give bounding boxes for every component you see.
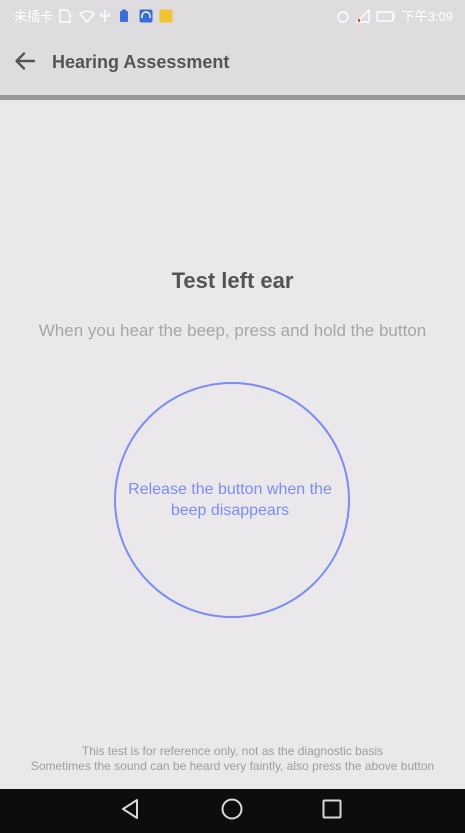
arrow-left-icon	[13, 49, 37, 78]
nav-recents-button[interactable]	[320, 799, 344, 823]
disclaimer-text: This test is for reference only, not as …	[81, 744, 384, 758]
recents-square-icon	[321, 798, 343, 825]
headset-icon	[139, 9, 153, 23]
nav-home-button[interactable]	[220, 798, 244, 825]
navigation-bar	[0, 789, 465, 833]
nav-back-button[interactable]	[118, 798, 142, 825]
status-bar-right: 下午3:09	[336, 6, 453, 25]
sim-icon	[59, 8, 73, 23]
status-bar: 未插卡 下午3:09	[0, 0, 465, 30]
page-title: Hearing Assessment	[52, 52, 230, 72]
battery-icon	[375, 9, 396, 23]
app-notification-icon	[159, 9, 173, 23]
usb-icon	[99, 9, 113, 23]
signal-icon	[354, 7, 370, 23]
carrier-label: 未插卡	[14, 9, 54, 24]
test-heading: Test left ear	[171, 268, 294, 293]
home-circle-icon	[221, 798, 243, 825]
press-and-hold-label: Release the button when the beep disappe…	[128, 481, 332, 519]
back-triangle-icon	[119, 798, 141, 825]
alarm-icon	[336, 9, 350, 23]
app-bar-divider	[0, 95, 465, 100]
app-bar: Hearing Assessment	[0, 30, 465, 95]
back-button[interactable]	[8, 46, 42, 80]
footer-notes: This test is for reference only, not as …	[0, 744, 465, 774]
battery-saver-icon	[119, 9, 133, 23]
status-time: 下午3:09	[401, 9, 453, 24]
status-bar-left: 未插卡	[14, 6, 173, 25]
faint-sound-note: Sometimes the sound can be heard very fa…	[30, 759, 435, 773]
wifi-icon	[79, 9, 95, 23]
press-and-hold-button[interactable]: Release the button when the beep disappe…	[114, 382, 350, 618]
test-instruction: When you hear the beep, press and hold t…	[38, 321, 427, 340]
